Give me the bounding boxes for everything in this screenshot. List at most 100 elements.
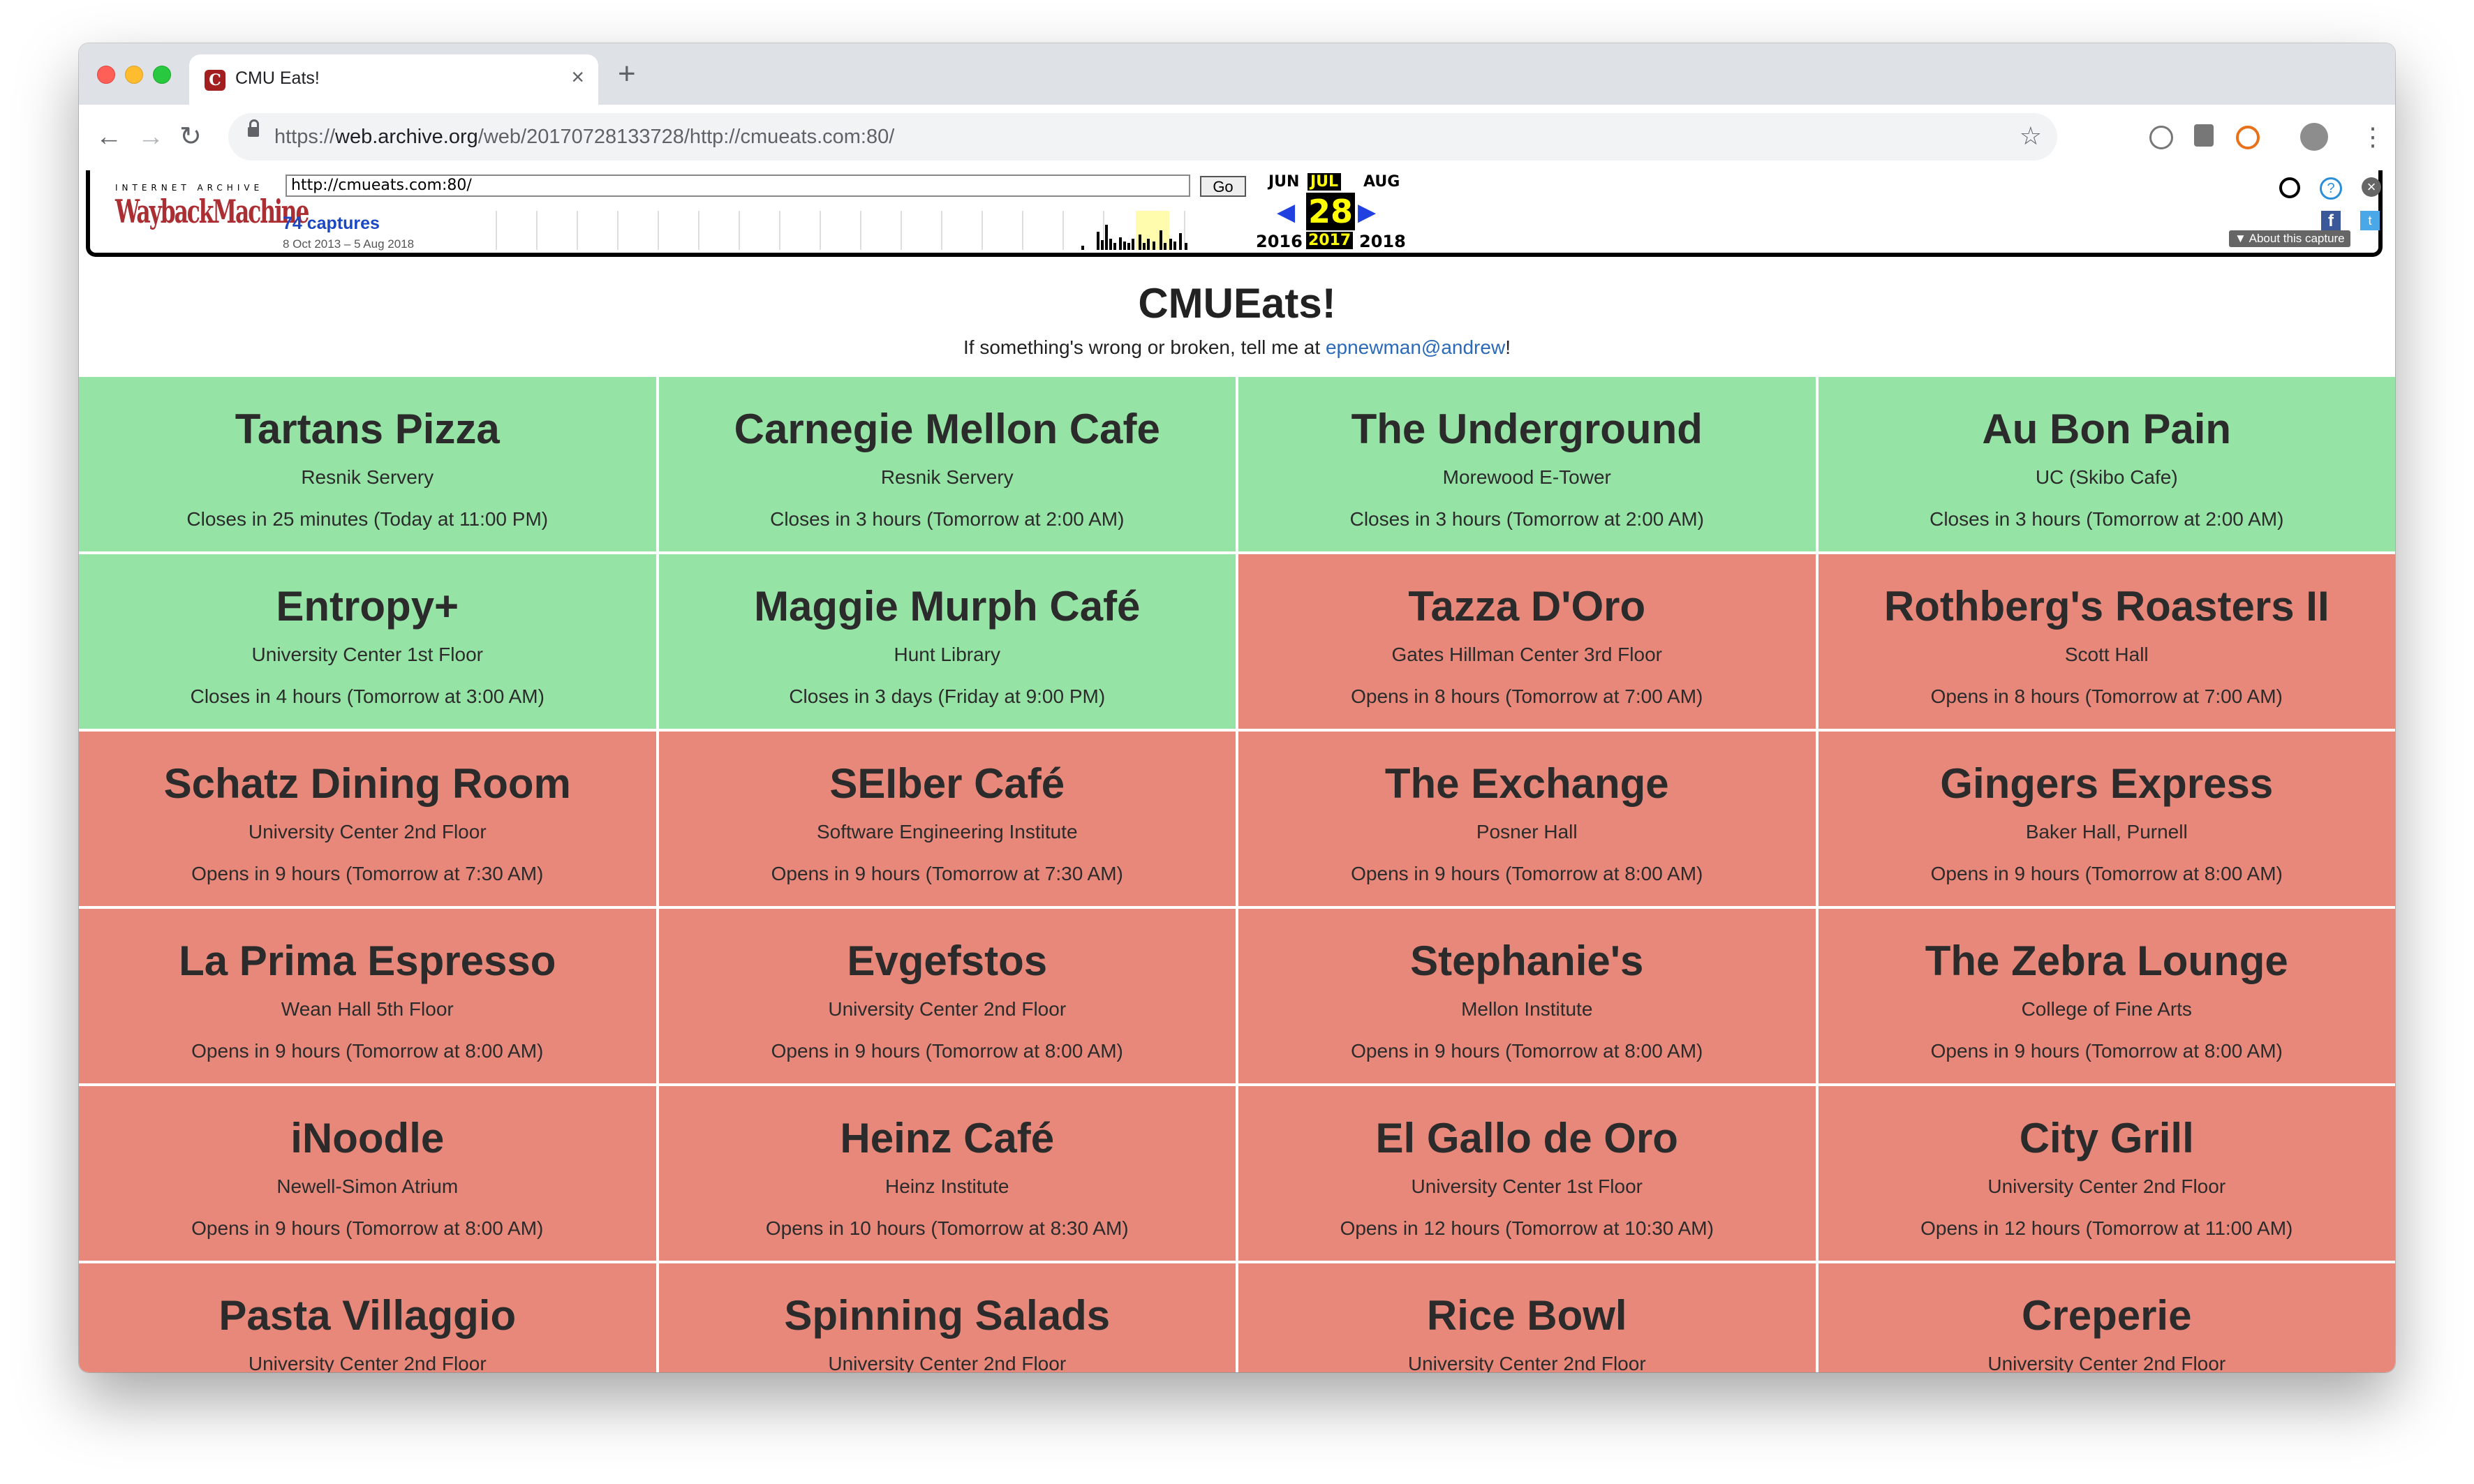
location-place: University Center 2nd Floor bbox=[1407, 1353, 1646, 1372]
location-card: Tazza D'Oro Gates Hillman Center 3rd Floo… bbox=[1238, 554, 1816, 729]
location-name: Entropy+ bbox=[276, 583, 459, 630]
extension-icon[interactable] bbox=[2236, 126, 2260, 149]
location-status: Opens in 9 hours (Tomorrow at 7:30 AM) bbox=[771, 863, 1123, 884]
location-card: SEIber Café Software Engineering Institut… bbox=[658, 732, 1236, 906]
browser-toolbar: ← → ↻ https://web.archive.org/web/201707… bbox=[79, 105, 2395, 170]
location-name: Gingers Express bbox=[1940, 760, 2274, 807]
location-status: Closes in 3 hours (Tomorrow at 2:00 AM) bbox=[1349, 508, 1704, 530]
address-bar[interactable]: https://web.archive.org/web/201707281337… bbox=[228, 113, 2057, 161]
location-name: Evgefstos bbox=[847, 937, 1048, 984]
wayback-captures-link[interactable]: 74 captures bbox=[283, 214, 380, 234]
window-minimize-button[interactable] bbox=[125, 66, 143, 84]
url-host: web.archive.org bbox=[335, 126, 478, 148]
lock-icon[interactable] bbox=[248, 119, 259, 137]
wayback-next-month[interactable]: AUG bbox=[1363, 173, 1400, 191]
location-status: Opens in 12 hours (Tomorrow at 10:30 AM) bbox=[1340, 1217, 1714, 1239]
location-status: Opens in 12 hours (Tomorrow at 11:00 AM) bbox=[1920, 1217, 2293, 1239]
location-name: SEIber Café bbox=[829, 760, 1065, 807]
tab-title: CMU Eats! bbox=[235, 68, 320, 88]
location-place: UC (Skibo Cafe) bbox=[2035, 466, 2178, 488]
wayback-logo-caption: INTERNET ARCHIVE bbox=[115, 183, 264, 193]
location-card: Tartans Pizza Resnik Servery Closes in 25 … bbox=[79, 377, 656, 551]
page-subtitle: If something's wrong or broken, tell me … bbox=[79, 336, 2395, 359]
capture-sparkline[interactable] bbox=[468, 211, 1242, 250]
wayback-prev-arrow-icon[interactable]: ◀ bbox=[1277, 198, 1295, 226]
extension-icon[interactable] bbox=[2194, 124, 2214, 147]
location-place: University Center 2nd Floor bbox=[1987, 1353, 2226, 1372]
wayback-user-icon[interactable] bbox=[2279, 177, 2300, 198]
url-path: /web/20170728133728/http://cmueats.com:8… bbox=[477, 126, 895, 148]
location-name: Creperie bbox=[2022, 1292, 2192, 1339]
wayback-current-year: 2017 bbox=[1306, 232, 1354, 249]
location-name: Spinning Salads bbox=[784, 1292, 1111, 1339]
location-place: University Center 2nd Floor bbox=[1987, 1175, 2226, 1197]
wayback-go-button[interactable]: Go bbox=[1200, 176, 1246, 197]
wayback-prev-year[interactable]: 2016 bbox=[1256, 232, 1303, 251]
bookmark-star-icon[interactable]: ☆ bbox=[2020, 121, 2042, 151]
location-place: University Center 2nd Floor bbox=[828, 1353, 1067, 1372]
location-card: Pasta Villaggio University Center 2nd Flo… bbox=[79, 1263, 656, 1372]
facebook-icon[interactable]: f bbox=[2321, 211, 2341, 230]
location-name: Rothberg's Roasters II bbox=[1883, 583, 2329, 630]
location-place: Scott Hall bbox=[2064, 644, 2149, 665]
location-card: Spinning Salads University Center 2nd Flo… bbox=[658, 1263, 1236, 1372]
location-name: Maggie Murph Café bbox=[754, 583, 1141, 630]
browser-menu-icon[interactable]: ⋮ bbox=[2360, 120, 2385, 154]
wayback-url-input[interactable]: http://cmueats.com:80/ bbox=[286, 175, 1190, 197]
wayback-logo[interactable]: WaybackMachine bbox=[115, 193, 309, 230]
location-card: Carnegie Mellon Cafe Resnik Servery Closes… bbox=[658, 377, 1236, 551]
location-place: Wean Hall 5th Floor bbox=[281, 998, 454, 1020]
page-title: CMUEats! bbox=[1138, 280, 1336, 327]
contact-email-link[interactable]: epnewman@andrew bbox=[1326, 336, 1505, 358]
location-name: Schatz Dining Room bbox=[163, 760, 571, 807]
location-card: Au Bon Pain UC (Skibo Cafe) Closes in 3 ho… bbox=[1818, 377, 2395, 551]
location-name: Carnegie Mellon Cafe bbox=[734, 406, 1160, 452]
location-status: Opens in 9 hours (Tomorrow at 8:00 AM) bbox=[1351, 1040, 1703, 1062]
browser-window: C CMU Eats! × + ← → ↻ https://web.archiv… bbox=[79, 43, 2395, 1372]
location-status: Opens in 9 hours (Tomorrow at 8:00 AM) bbox=[1930, 863, 2283, 884]
browser-tab[interactable]: C CMU Eats! × bbox=[189, 54, 598, 105]
new-tab-button[interactable]: + bbox=[618, 59, 636, 89]
back-arrow-icon[interactable]: ← bbox=[96, 120, 122, 154]
location-place: University Center 1st Floor bbox=[251, 644, 483, 665]
location-card: City Grill University Center 2nd Floor Ope… bbox=[1818, 1086, 2395, 1261]
wayback-prev-month[interactable]: JUN bbox=[1268, 173, 1299, 191]
wayback-next-year[interactable]: 2018 bbox=[1359, 232, 1406, 251]
tab-close-icon[interactable]: × bbox=[571, 64, 584, 90]
location-place: Posner Hall bbox=[1476, 821, 1578, 843]
location-status: Closes in 4 hours (Tomorrow at 3:00 AM) bbox=[190, 685, 545, 707]
location-card: Stephanie's Mellon Institute Opens in 9 ho… bbox=[1238, 909, 1816, 1083]
location-card: Heinz Café Heinz Institute Opens in 10 hou… bbox=[658, 1086, 1236, 1261]
twitter-icon[interactable]: t bbox=[2360, 211, 2380, 230]
location-status: Closes in 3 days (Friday at 9:00 PM) bbox=[789, 685, 1106, 707]
wayback-next-arrow-icon[interactable]: ▶ bbox=[1358, 198, 1376, 226]
location-name: Stephanie's bbox=[1410, 937, 1644, 984]
location-status: Opens in 9 hours (Tomorrow at 7:30 AM) bbox=[191, 863, 544, 884]
location-name: iNoodle bbox=[290, 1115, 445, 1162]
location-place: Software Engineering Institute bbox=[816, 821, 1078, 843]
subtitle-text: If something's wrong or broken, tell me … bbox=[963, 336, 1326, 358]
location-place: University Center 2nd Floor bbox=[828, 998, 1067, 1020]
location-card: The Zebra Lounge College of Fine Arts Open… bbox=[1818, 909, 2395, 1083]
location-card: Gingers Express Baker Hall, Purnell Opens … bbox=[1818, 732, 2395, 906]
window-close-button[interactable] bbox=[97, 66, 115, 84]
location-card: Schatz Dining Room University Center 2nd … bbox=[79, 732, 656, 906]
location-card: La Prima Espresso Wean Hall 5th Floor Open… bbox=[79, 909, 656, 1083]
reload-icon[interactable]: ↻ bbox=[179, 120, 202, 154]
location-status: Closes in 3 hours (Tomorrow at 2:00 AM) bbox=[770, 508, 1125, 530]
extension-icon[interactable] bbox=[2149, 126, 2173, 149]
window-zoom-button[interactable] bbox=[153, 66, 171, 84]
forward-arrow-icon[interactable]: → bbox=[138, 120, 164, 154]
about-capture-button[interactable]: ▼ About this capture bbox=[2229, 230, 2350, 247]
tab-strip: C CMU Eats! × + bbox=[79, 43, 2395, 105]
location-status: Closes in 3 hours (Tomorrow at 2:00 AM) bbox=[1929, 508, 2284, 530]
profile-avatar[interactable] bbox=[2300, 123, 2328, 151]
wayback-current-day: 28 bbox=[1306, 193, 1355, 230]
subtitle-end: ! bbox=[1505, 336, 1511, 358]
wayback-date-range: 8 Oct 2013 – 5 Aug 2018 bbox=[283, 237, 415, 251]
wayback-close-icon[interactable]: × bbox=[2362, 177, 2381, 197]
location-place: Gates Hillman Center 3rd Floor bbox=[1391, 644, 1662, 665]
location-place: Newell-Simon Atrium bbox=[276, 1175, 459, 1197]
location-name: The Underground bbox=[1351, 406, 1703, 452]
wayback-help-icon[interactable]: ? bbox=[2320, 177, 2342, 200]
